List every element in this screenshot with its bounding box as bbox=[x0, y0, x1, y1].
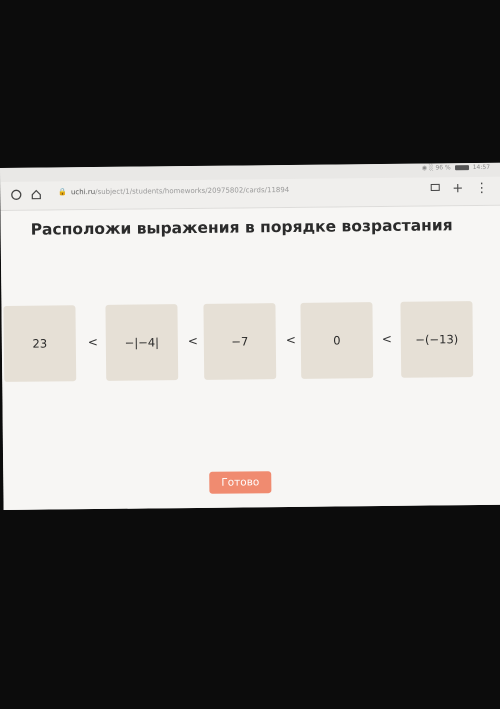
less-than-sign-2: < bbox=[187, 333, 198, 349]
lock-icon: 🔒 bbox=[58, 188, 68, 197]
new-tab-button[interactable]: + bbox=[452, 181, 463, 196]
task-title: Расположи выражения в порядке возрастани… bbox=[30, 216, 453, 239]
url-path: /subject/1/students/homeworks/20975802/c… bbox=[95, 185, 290, 197]
expression-card-3[interactable]: −7 bbox=[203, 303, 277, 380]
expression-card-4[interactable]: 0 bbox=[300, 302, 374, 379]
less-than-sign-3: < bbox=[285, 332, 296, 348]
expression-card-1[interactable]: 23 bbox=[3, 305, 77, 382]
expression-card-5[interactable]: −(−13) bbox=[400, 301, 474, 378]
home-icon[interactable] bbox=[28, 187, 44, 203]
expression-card-2[interactable]: −|−4| bbox=[105, 304, 179, 381]
tablet-screen: ◉ ░ 96 % 14:57 🔒 uchi.ru/subject/1/studen… bbox=[0, 162, 500, 510]
task-page: Расположи выражения в порядке возрастани… bbox=[0, 205, 500, 510]
menu-icon[interactable]: ⋮ bbox=[475, 181, 488, 196]
less-than-sign-1: < bbox=[87, 334, 98, 350]
less-than-sign-4: < bbox=[381, 331, 392, 347]
circle-back-icon[interactable] bbox=[8, 187, 24, 203]
done-button[interactable]: Готово bbox=[209, 471, 272, 494]
status-icons: ◉ ░ 96 % 14:57 bbox=[422, 164, 490, 172]
url-domain: uchi.ru bbox=[70, 188, 96, 197]
toolbar-actions: + ⋮ bbox=[430, 181, 488, 197]
battery-icon bbox=[454, 165, 469, 171]
clock: 14:57 bbox=[472, 163, 491, 172]
address-bar[interactable]: 🔒 uchi.ru/subject/1/students/homeworks/20… bbox=[58, 186, 289, 196]
signal-indicator: ◉ ░ 96 % bbox=[421, 164, 451, 172]
tabs-icon[interactable] bbox=[430, 181, 440, 196]
